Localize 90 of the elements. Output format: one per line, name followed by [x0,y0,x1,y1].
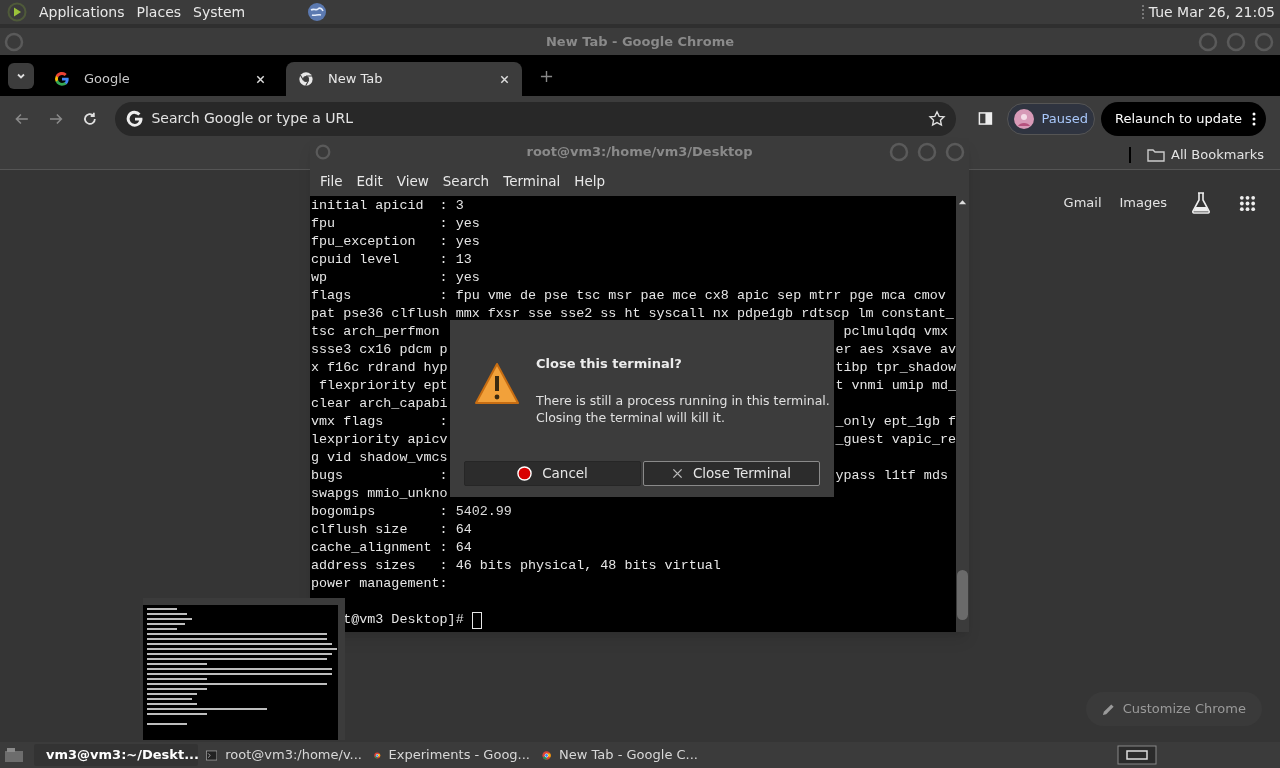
terminal-line: flags : fpu vme de pse tsc msr pae mce cx8 apic sep mtrr pge mca cmov [311,287,946,305]
more-icon[interactable] [1252,111,1256,126]
pencil-icon [1101,702,1115,716]
dialog-title: Close this terminal? [536,355,683,373]
address-bar[interactable]: Search Google or type a URL [115,101,956,136]
browser-tab[interactable]: Google [42,62,278,96]
panel-menu[interactable]: Applications [33,1,131,23]
terminal-line: bogomips : 5402.99 [311,503,512,521]
taskbar-item[interactable]: Experiments - Goog... [370,744,534,766]
terminal-line: pclmulqdq vmx [843,323,949,341]
window-title: root@vm3:/home/vm3/Desktop [525,143,754,162]
terminal-line: wp : yes [311,269,480,287]
terminal-line: fpu_exception : yes [311,233,480,251]
terminal-line: clflush size : 64 [311,521,472,539]
terminal-line: x f16c rdrand hyp [311,359,448,377]
terminal-line: _only ept_1gb f [835,413,956,431]
terminal-line: pat pse36 clflush mmx fxsr sse sse2 ss ht syscall nx pdpe1gb rdtscp lm constant_ [311,305,954,323]
window-title: New Tab - Google Chrome [544,32,736,51]
show-desktop-icon[interactable] [4,747,24,763]
close-icon [671,468,683,479]
tab-title: Google [84,70,130,89]
tab-title: New Tab [328,70,383,89]
flask-icon[interactable] [1191,192,1211,214]
relaunch-button[interactable]: Relaunch to update [1101,101,1266,136]
terminal-line: flexpriority ept [318,377,448,395]
reload-icon[interactable] [81,110,98,127]
terminal-line: address sizes : 46 bits physical, 48 bits virtual [311,557,721,575]
tab-list-button[interactable] [8,63,34,89]
globe-icon[interactable] [307,2,328,22]
text-cursor [471,611,482,629]
terminal-line: fpu : yes [311,215,480,233]
apps-grid-icon[interactable] [1239,194,1256,212]
terminal-line: bugs : [311,467,448,485]
app-menu-icon[interactable] [7,2,27,22]
scrollbar[interactable] [956,196,969,632]
taskbar-item[interactable]: vm3@vm3:~/Deskt... [34,744,198,766]
bookmark-folder[interactable]: All Bookmarks [1147,145,1264,165]
dialog-message: Closing the terminal will kill it. [536,408,726,426]
terminal-line: lexpriority apicv [311,431,448,449]
header-link[interactable]: Gmail [1063,193,1102,213]
close-icon[interactable] [255,73,266,85]
terminal-line: _guest vapic_re [835,431,956,449]
terminal-line: ssse3 cx16 pdcm p [311,341,448,359]
menu-item[interactable]: Edit [349,170,390,192]
terminal-line: swapgs mmio_unkno [311,485,448,503]
terminal-line: vmx flags : [311,413,448,431]
terminal-line: tsc arch_perfmon [311,323,440,341]
terminal-line: cache_alignment : 64 [311,539,472,557]
star-icon[interactable] [927,109,946,128]
avatar-icon [1013,108,1034,129]
terminal-line: er aes xsave av [835,341,956,359]
terminal-line: t vnmi umip md_ [835,377,956,395]
scroll-thumb[interactable] [957,570,968,620]
warning-icon [474,362,520,406]
scroll-up-icon[interactable] [958,199,967,205]
taskbar-item[interactable]: root@vm3:/home/v... [202,744,366,766]
close-terminal-button[interactable]: Close Terminal [643,461,820,486]
terminal-line: power management: [311,575,448,593]
terminal-line: cpuid level : 13 [311,251,472,269]
address-placeholder: Search Google or type a URL [151,109,354,128]
panel-menu[interactable]: Places [130,1,188,23]
profile-button[interactable]: Paused [1006,102,1095,135]
terminal-line: tibp tpr_shadow [835,359,956,377]
menu-item[interactable]: Terminal [496,170,568,192]
dialog-message: There is still a process running in this terminal. [536,391,830,409]
browser-tab[interactable]: New Tab [286,62,522,96]
workspace-switcher-icon[interactable] [1117,745,1157,765]
chrome-logo-icon [298,71,314,87]
folder-icon [1147,148,1166,162]
cancel-button[interactable]: Cancel [464,461,641,486]
menu-item[interactable]: Help [567,170,613,192]
terminal-line: clear arch_capabi [311,395,448,413]
menu-item[interactable]: Search [435,170,497,192]
close-icon[interactable] [499,73,510,85]
panel-menu[interactable]: System [187,1,252,23]
google-logo-icon [54,71,70,87]
side-panel-icon[interactable] [977,111,993,126]
terminal-icon [206,748,218,762]
header-link[interactable]: Images [1119,193,1167,213]
terminal-prompt: t@vm3 Desktop]# [343,611,465,629]
terminal-line: ypass l1tf mds [835,467,949,485]
customize-chrome-button[interactable]: Customize Chrome [1085,692,1262,726]
terminal-line: initial apicid : 3 [311,197,464,215]
menu-item[interactable]: File [313,170,350,192]
terminal-line: g vid shadow_vmcs [311,449,448,467]
taskbar-item[interactable]: New Tab - Google C... [538,744,702,766]
stop-icon [517,466,533,481]
new-tab-icon[interactable] [540,70,553,83]
panel-clock: Tue Mar 26, 21:05 [1148,2,1275,22]
menu-item[interactable]: View [389,170,436,192]
